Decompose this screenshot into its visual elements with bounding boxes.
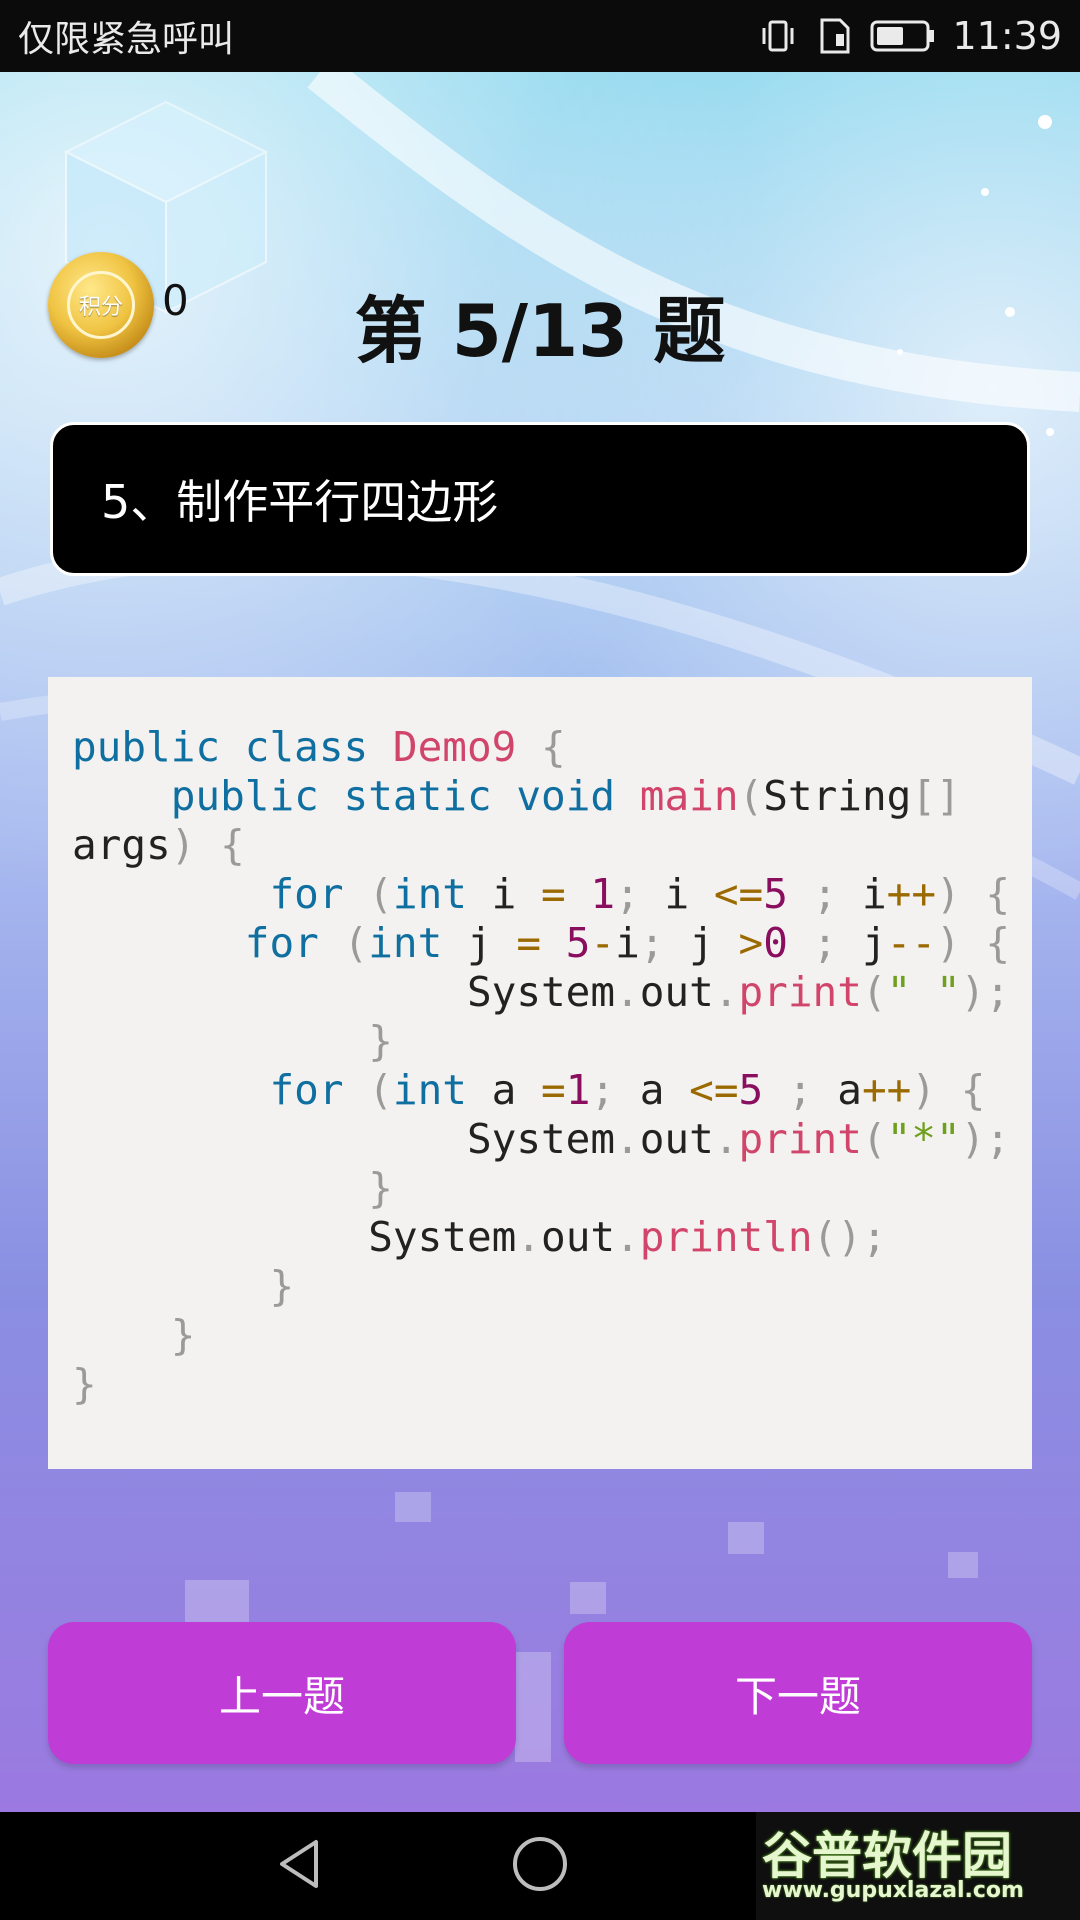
code-line: System.out.println(); xyxy=(72,1213,887,1261)
code-line: } xyxy=(368,1164,393,1212)
code-block: public class Demo9 { public static void … xyxy=(48,677,1032,1469)
question-counter: 第 5/13 题 xyxy=(354,289,726,373)
vibrate-icon xyxy=(762,20,794,52)
battery-icon xyxy=(870,20,935,52)
previous-question-button[interactable]: 上一题 xyxy=(48,1622,516,1764)
watermark: 谷普软件园 www.gupuxlazal.com xyxy=(756,1812,1080,1920)
question-text: 5、制作平行四边形 xyxy=(101,475,499,529)
status-bar: 仅限紧急呼叫 11:39 xyxy=(0,0,1080,72)
code-line: for (int j = 5-i; j >0 ; j--) { xyxy=(244,919,1011,967)
clock: 11:39 xyxy=(952,14,1062,58)
home-icon[interactable] xyxy=(510,1834,570,1894)
quiz-screen: 积分 0 第 5/13 题 5、制作平行四边形 public class Dem… xyxy=(0,72,1080,1812)
code-line: } xyxy=(368,1017,393,1065)
code-line: args) { xyxy=(72,821,245,869)
code-line: } xyxy=(170,1311,196,1359)
sim-icon xyxy=(820,18,850,54)
code-line: for (int i = 1; i <=5 ; i++) { xyxy=(269,870,1011,918)
watermark-url: www.gupuxlazal.com xyxy=(762,1878,1024,1903)
code-line: for (int a =1; a <=5 ; a++) { xyxy=(269,1066,986,1114)
question-box: 5、制作平行四边形 xyxy=(50,422,1030,576)
carrier-text: 仅限紧急呼叫 xyxy=(18,19,235,60)
code-line: System.out.print("*"); xyxy=(72,1115,1011,1163)
code-line: System.out.print(" "); xyxy=(72,968,1011,1016)
code-line: } xyxy=(72,1360,97,1408)
next-question-button[interactable]: 下一题 xyxy=(564,1622,1032,1764)
back-icon[interactable] xyxy=(272,1834,332,1894)
status-icons: 11:39 xyxy=(758,14,1062,58)
code-line: public class Demo9 { xyxy=(72,723,566,771)
code-line: public static void main(String[] xyxy=(170,772,961,820)
code-content: public class Demo9 { public static void … xyxy=(72,723,1010,1409)
code-line: } xyxy=(269,1262,295,1310)
